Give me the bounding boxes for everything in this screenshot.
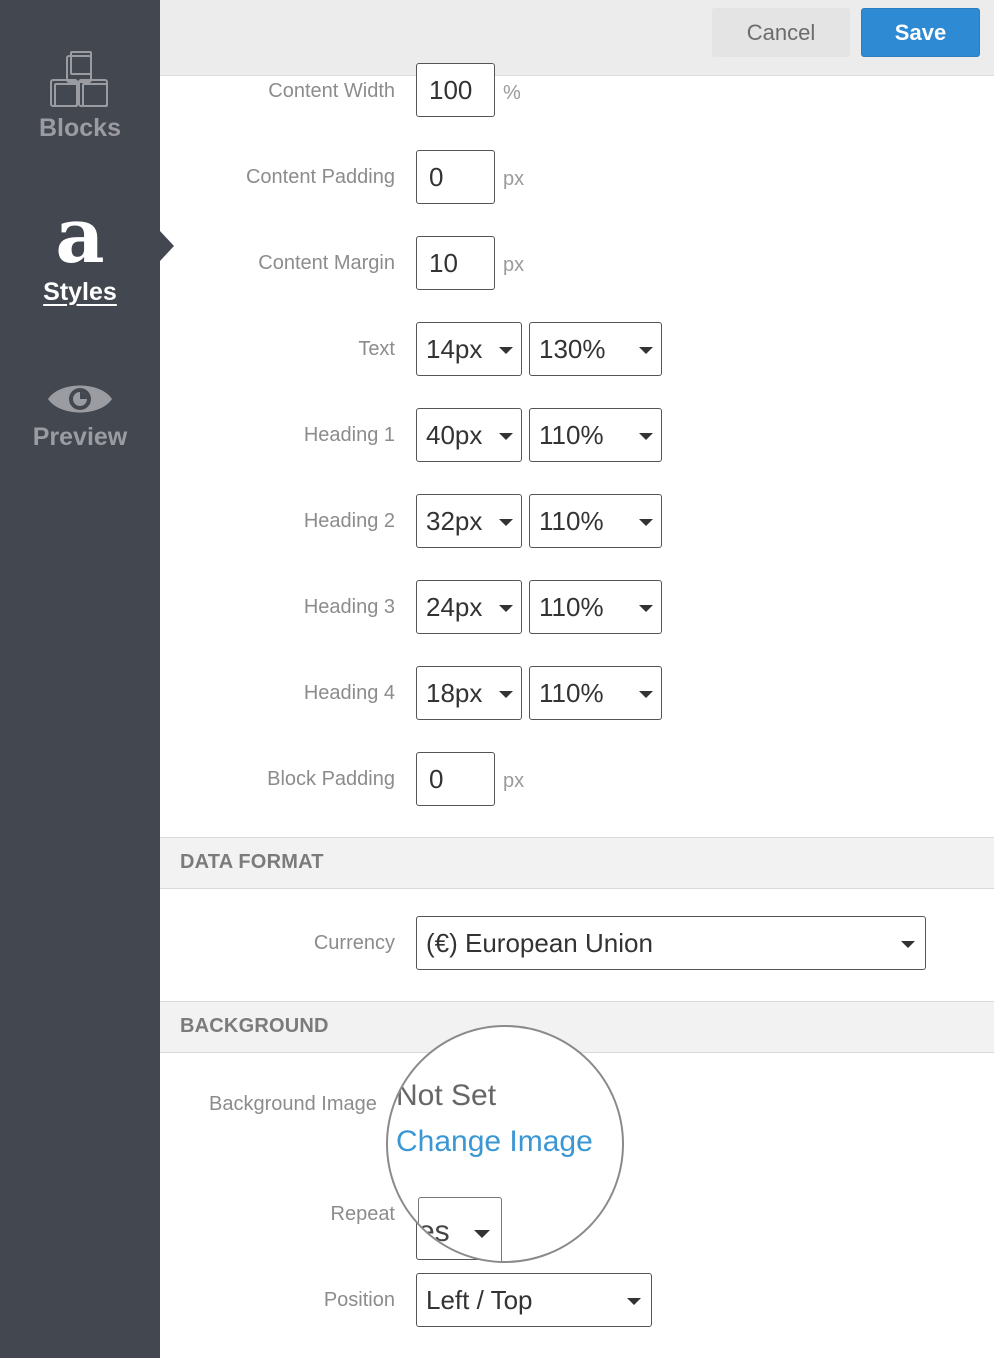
select-value: 24px bbox=[426, 592, 483, 622]
select-value: 130% bbox=[539, 334, 606, 364]
row-heading-2: Heading 2 32px 110% bbox=[160, 494, 994, 563]
select-value: 110% bbox=[539, 506, 604, 536]
caret-down-icon bbox=[627, 1298, 641, 1305]
styles-letter-a-icon: a bbox=[55, 191, 105, 280]
block-padding-label: Block Padding bbox=[267, 768, 395, 790]
content-margin-label: Content Margin bbox=[258, 252, 395, 274]
sidebar-item-preview[interactable]: Preview bbox=[0, 375, 160, 452]
content-margin-unit: px bbox=[503, 254, 525, 276]
cancel-button[interactable]: Cancel bbox=[712, 8, 850, 57]
content-padding-label: Content Padding bbox=[245, 166, 395, 188]
row-position: Position Left / Top bbox=[160, 1273, 994, 1342]
row-block-padding: Block Padding 0 px bbox=[160, 752, 994, 821]
content-width-input[interactable]: 100 bbox=[416, 63, 495, 117]
typography-label: Heading 2 bbox=[303, 510, 395, 532]
sidebar-item-label: Styles bbox=[43, 278, 117, 306]
caret-down-icon bbox=[901, 941, 915, 948]
row-text: Text 14px 130% bbox=[160, 322, 994, 391]
currency-select[interactable]: (€) European Union bbox=[416, 916, 926, 970]
content-padding-input[interactable]: 0 bbox=[416, 150, 495, 204]
sidebar: Blocks a Styles Preview bbox=[0, 0, 160, 1358]
typography-label: Heading 1 bbox=[303, 424, 395, 446]
section-title: DATA FORMAT bbox=[180, 851, 324, 873]
select-value: 18px bbox=[426, 678, 483, 708]
change-image-link[interactable]: Change Image bbox=[396, 1125, 593, 1159]
typography-label: Text bbox=[358, 338, 395, 360]
select-value: 110% bbox=[539, 592, 604, 622]
heading-2-line-height-select[interactable]: 110% bbox=[529, 494, 662, 548]
block-padding-unit: px bbox=[503, 770, 525, 792]
heading-3-line-height-select[interactable]: 110% bbox=[529, 580, 662, 634]
caret-down-icon bbox=[639, 433, 653, 440]
select-value: (€) European Union bbox=[426, 928, 653, 958]
sidebar-item-label: Blocks bbox=[39, 114, 121, 142]
save-button[interactable]: Save bbox=[861, 8, 980, 57]
caret-down-icon bbox=[474, 1230, 490, 1238]
caret-down-icon bbox=[499, 347, 513, 354]
row-heading-4: Heading 4 18px 110% bbox=[160, 666, 994, 735]
caret-down-icon bbox=[499, 605, 513, 612]
content-padding-unit: px bbox=[503, 168, 525, 190]
row-content-padding: Content Padding 0 px bbox=[160, 150, 994, 219]
heading-1-size-select[interactable]: 40px bbox=[416, 408, 522, 462]
select-value: 14px bbox=[426, 334, 483, 364]
background-image-status: Not Set bbox=[396, 1079, 497, 1112]
section-header-background: BACKGROUND bbox=[160, 1001, 994, 1053]
select-value: 110% bbox=[539, 678, 604, 708]
section-header-data-format: DATA FORMAT bbox=[160, 837, 994, 889]
background-image-label: Background Image bbox=[209, 1093, 377, 1115]
text-size-select[interactable]: 14px bbox=[416, 322, 522, 376]
magnifier-lens: Not Set Change Image es bbox=[386, 1025, 624, 1263]
sidebar-item-blocks[interactable]: Blocks bbox=[0, 50, 160, 143]
top-toolbar: Cancel Save bbox=[160, 0, 994, 76]
row-heading-1: Heading 1 40px 110% bbox=[160, 408, 994, 477]
repeat-label: Repeat bbox=[330, 1203, 396, 1225]
heading-2-size-select[interactable]: 32px bbox=[416, 494, 522, 548]
row-heading-3: Heading 3 24px 110% bbox=[160, 580, 994, 649]
caret-down-icon bbox=[639, 347, 653, 354]
sidebar-item-label: Preview bbox=[32, 423, 128, 451]
content-margin-input[interactable]: 10 bbox=[416, 236, 495, 290]
position-select[interactable]: Left / Top bbox=[416, 1273, 652, 1327]
block-padding-input[interactable]: 0 bbox=[416, 752, 495, 806]
sidebar-item-styles[interactable]: a Styles bbox=[0, 191, 160, 307]
currency-label: Currency bbox=[313, 932, 395, 954]
eye-icon bbox=[48, 385, 112, 413]
select-value: 32px bbox=[426, 506, 483, 536]
select-value: 40px bbox=[426, 420, 483, 450]
typography-label: Heading 4 bbox=[303, 682, 395, 704]
select-value: 110% bbox=[539, 420, 604, 450]
section-title: BACKGROUND bbox=[180, 1015, 329, 1037]
heading-3-size-select[interactable]: 24px bbox=[416, 580, 522, 634]
content-width-label: Content Width bbox=[268, 80, 395, 102]
heading-1-line-height-select[interactable]: 110% bbox=[529, 408, 662, 462]
caret-down-icon bbox=[499, 433, 513, 440]
blocks-icon bbox=[50, 51, 108, 107]
row-content-width: Content Width 100 % bbox=[160, 63, 994, 133]
repeat-select-value: es bbox=[418, 1215, 450, 1248]
row-content-margin: Content Margin 10 px bbox=[160, 236, 994, 305]
content-width-unit: % bbox=[503, 82, 521, 104]
caret-down-icon bbox=[639, 691, 653, 698]
text-line-height-select[interactable]: 130% bbox=[529, 322, 662, 376]
typography-label: Heading 3 bbox=[303, 596, 395, 618]
row-currency: Currency (€) European Union bbox=[160, 916, 994, 985]
caret-down-icon bbox=[639, 519, 653, 526]
caret-down-icon bbox=[639, 605, 653, 612]
heading-4-line-height-select[interactable]: 110% bbox=[529, 666, 662, 720]
position-label: Position bbox=[323, 1289, 395, 1311]
caret-down-icon bbox=[499, 691, 513, 698]
select-value: Left / Top bbox=[426, 1285, 533, 1315]
caret-down-icon bbox=[499, 519, 513, 526]
heading-4-size-select[interactable]: 18px bbox=[416, 666, 522, 720]
